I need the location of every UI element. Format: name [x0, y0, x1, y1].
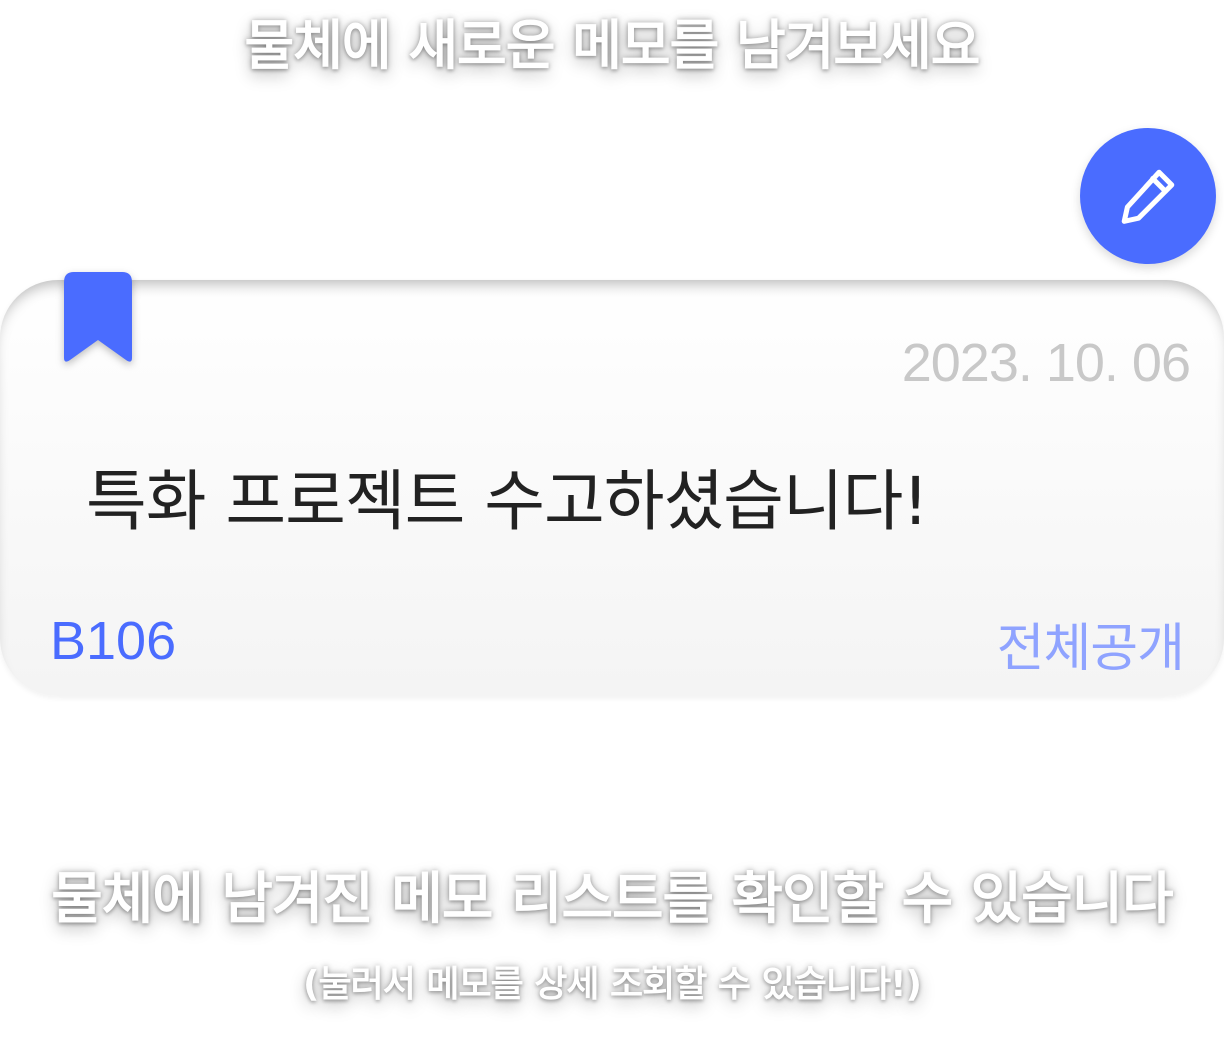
memo-date: 2023. 10. 06: [901, 333, 1191, 393]
bookmark-icon: [64, 272, 132, 362]
tutorial-hint-create-memo: 물체에 새로운 메모를 남겨보세요: [244, 14, 981, 77]
memo-card[interactable]: 2023. 10. 06 특화 프로젝트 수고하셨습니다! B106 전체공개: [0, 272, 1224, 696]
tutorial-hint-memo-detail: (눌러서 메모를 상세 조회할 수 있습니다!): [303, 964, 922, 1005]
tutorial-hint-memo-list: 물체에 남겨진 메모 리스트를 확인할 수 있습니다: [51, 867, 1173, 932]
memo-content: 특화 프로젝트 수고하셨습니다!: [86, 463, 929, 540]
memo-visibility-badge: 전체공개: [996, 619, 1185, 679]
pencil-icon: [1121, 169, 1175, 224]
write-memo-button[interactable]: [1080, 128, 1216, 264]
memo-room-tag: B106: [50, 611, 177, 671]
